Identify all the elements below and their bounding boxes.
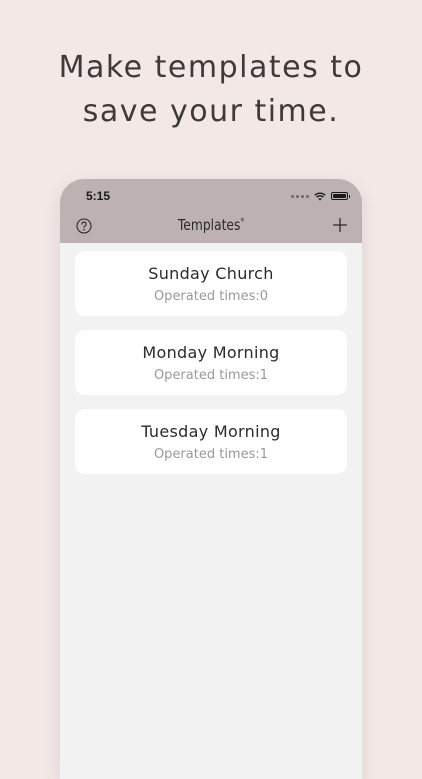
headline-line-1: Make templates to	[58, 50, 364, 85]
template-name: Tuesday Morning	[141, 422, 281, 441]
template-card-tuesday-morning[interactable]: Tuesday Morning Operated times:1	[75, 409, 347, 474]
template-card-sunday-church[interactable]: Sunday Church Operated times:0	[75, 251, 347, 316]
template-operated-times: Operated times:0	[153, 289, 269, 304]
headline-line-2: save your time.	[82, 94, 340, 129]
template-name: Sunday Church	[148, 264, 274, 283]
wifi-icon	[314, 191, 326, 201]
page-title: Templates*	[177, 216, 245, 234]
battery-icon	[331, 192, 350, 200]
template-operated-times: Operated times:1	[153, 447, 269, 462]
status-icons	[291, 191, 350, 201]
cellular-signal-icon	[291, 194, 309, 198]
title-mark: *	[240, 217, 245, 227]
promo-headline: Make templates to save your time.	[0, 46, 422, 134]
status-time: 5:15	[86, 189, 111, 203]
template-list: Sunday Church Operated times:0 Monday Mo…	[75, 251, 347, 488]
template-operated-times: Operated times:1	[153, 368, 269, 383]
template-card-monday-morning[interactable]: Monday Morning Operated times:1	[75, 330, 347, 395]
navigation-bar: 5:15 Templates*	[60, 179, 362, 243]
plus-icon[interactable]	[332, 217, 348, 233]
phone-screen: 5:15 Templates* Sunday Church Operated t…	[60, 179, 362, 779]
template-name: Monday Morning	[142, 343, 280, 362]
